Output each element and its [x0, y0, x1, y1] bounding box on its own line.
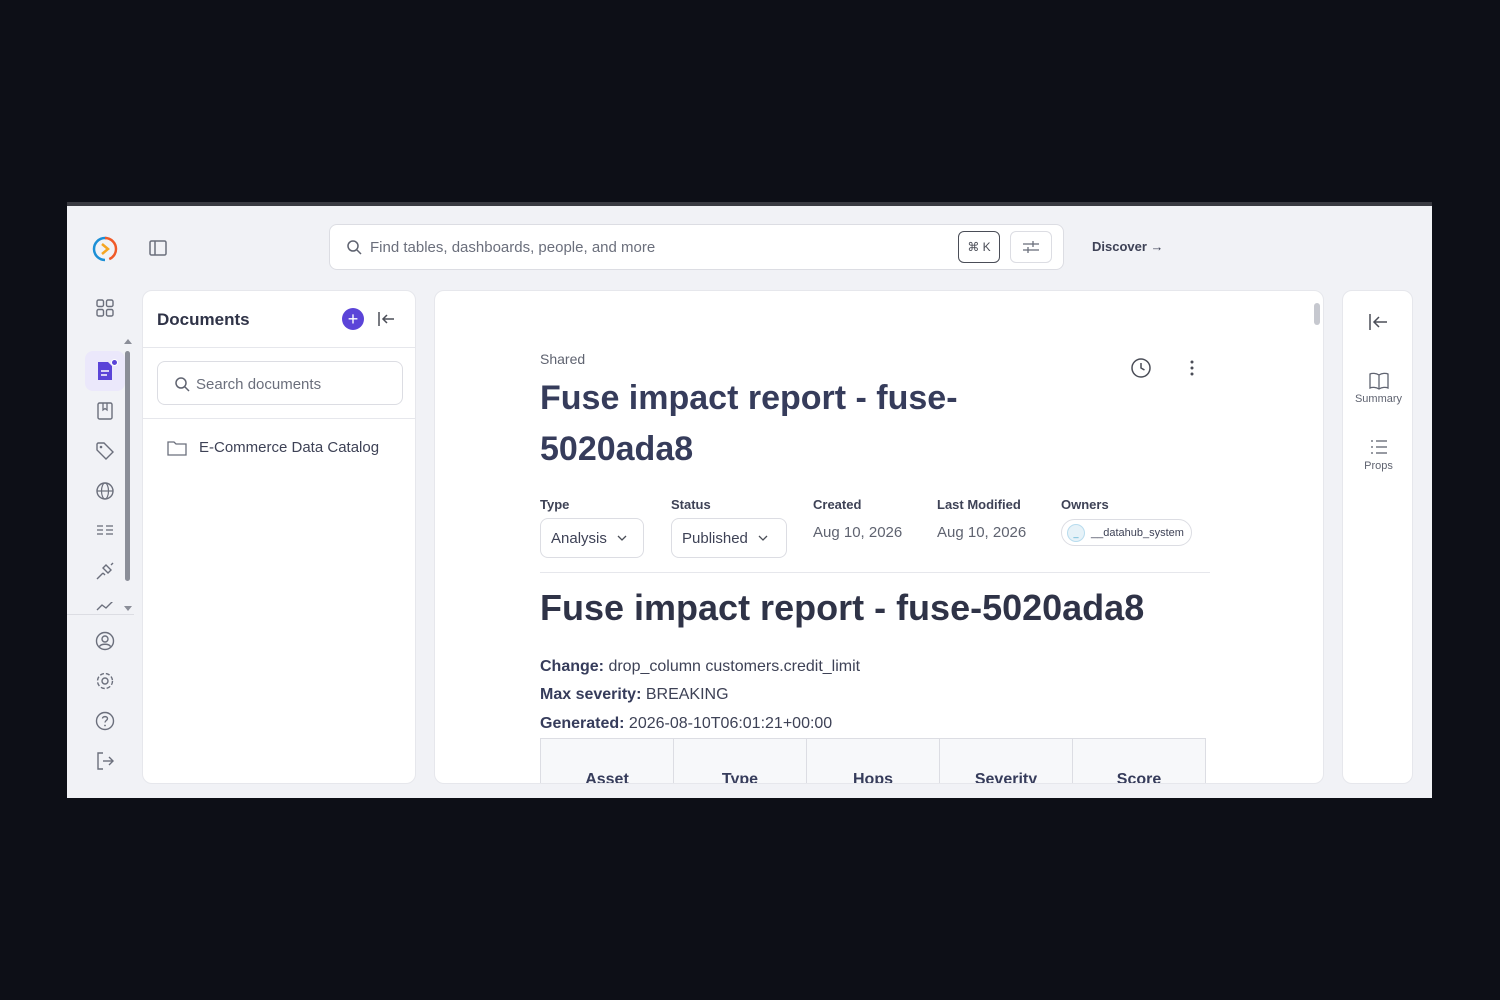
app-window: ⌘ K Discover →	[67, 202, 1432, 798]
avatar: _	[1067, 523, 1085, 542]
props-label: Props	[1364, 460, 1393, 472]
column-header-type[interactable]: Type	[673, 738, 807, 783]
props-tab[interactable]: Props	[1343, 438, 1414, 472]
created-field: Created Aug 10, 2026	[813, 497, 902, 541]
status-value: Published	[682, 529, 748, 547]
column-header-severity[interactable]: Severity	[939, 738, 1073, 783]
notification-dot	[111, 359, 118, 366]
table-header-row: Asset Type Hops Severity Score	[540, 738, 1206, 783]
sliders-icon	[1023, 241, 1039, 253]
right-sidebar: Summary Props	[1342, 290, 1413, 784]
divider	[143, 418, 415, 419]
owners-field: Owners _ __datahub_system	[1061, 497, 1192, 546]
help-icon[interactable]	[94, 710, 116, 732]
list-icon	[1370, 440, 1387, 454]
rail-scroll-up-icon[interactable]	[124, 339, 132, 344]
rail-scroll-down-icon[interactable]	[124, 606, 132, 611]
modified-label: Last Modified	[937, 497, 1021, 512]
type-select[interactable]: Analysis	[540, 518, 644, 558]
created-label: Created	[813, 497, 862, 512]
folder-item[interactable]: E-Commerce Data Catalog	[167, 439, 379, 456]
documents-panel-title: Documents	[157, 310, 250, 329]
summary-label: Summary	[1354, 393, 1403, 405]
impact-table: Asset Type Hops Severity Score	[540, 738, 1206, 783]
global-search-bar[interactable]: ⌘ K	[329, 224, 1064, 270]
book-open-icon	[1368, 372, 1389, 390]
divider	[143, 347, 415, 348]
sidebar-toggle-icon[interactable]	[149, 240, 167, 256]
globe-icon[interactable]	[94, 480, 116, 502]
page-title[interactable]: Fuse impact report - fuse-5020ada8	[540, 373, 1010, 475]
home-grid-icon[interactable]	[94, 297, 116, 319]
document-heading: Fuse impact report - fuse-5020ada8	[540, 587, 1145, 628]
modified-field: Last Modified Aug 10, 2026	[937, 497, 1026, 541]
column-header-asset[interactable]: Asset	[540, 738, 674, 783]
settings-gear-icon[interactable]	[94, 670, 116, 692]
tag-icon[interactable]	[94, 440, 116, 462]
history-clock-icon[interactable]	[1130, 357, 1152, 379]
divider	[540, 572, 1210, 573]
modified-value: Aug 10, 2026	[937, 524, 1027, 541]
search-icon	[174, 376, 190, 392]
folder-label: E-Commerce Data Catalog	[199, 439, 380, 456]
analytics-icon[interactable]	[94, 602, 116, 612]
chevron-down-icon	[758, 535, 768, 541]
owner-name: __datahub_system	[1091, 526, 1184, 539]
search-icon	[346, 239, 362, 255]
more-options-icon[interactable]	[1182, 357, 1202, 379]
discover-link[interactable]: Discover →	[1092, 239, 1164, 254]
user-profile-icon[interactable]	[94, 630, 116, 652]
documents-search[interactable]	[157, 361, 403, 405]
generated-value: 2026-08-10T06:01:21+00:00	[628, 715, 833, 732]
chevron-down-icon	[617, 535, 627, 541]
generated-line: Generated: 2026-08-10T06:01:21+00:00	[540, 715, 832, 733]
summary-tab[interactable]: Summary	[1343, 371, 1414, 405]
type-label: Type	[540, 497, 570, 512]
glossary-book-icon[interactable]	[94, 400, 116, 422]
document-scrollbar[interactable]	[1314, 303, 1320, 325]
severity-value: BREAKING	[645, 686, 729, 703]
status-label: Status	[671, 497, 711, 512]
ingestion-plug-icon[interactable]	[94, 560, 116, 582]
add-document-button[interactable]: +	[342, 308, 364, 330]
rail-divider	[67, 614, 134, 615]
collapse-left-icon[interactable]	[377, 311, 395, 327]
change-label: Change:	[540, 658, 604, 675]
status-select[interactable]: Published	[671, 518, 787, 558]
rail-scrollbar[interactable]	[125, 351, 130, 581]
global-search-input[interactable]	[370, 235, 930, 259]
search-filters-button[interactable]	[1010, 231, 1052, 263]
owners-label: Owners	[1061, 497, 1109, 512]
collapse-left-icon[interactable]	[1368, 313, 1388, 331]
breadcrumb[interactable]: Shared	[540, 351, 585, 367]
documents-panel: Documents + E-Commerce Data Catalog	[142, 290, 416, 784]
column-header-hops[interactable]: Hops	[806, 738, 940, 783]
list-columns-icon[interactable]	[94, 520, 116, 542]
severity-line: Max severity: BREAKING	[540, 686, 729, 704]
change-line: Change: drop_column customers.credit_lim…	[540, 658, 860, 676]
status-field: Status Published	[671, 497, 787, 558]
documents-search-input[interactable]	[196, 372, 391, 396]
logout-icon[interactable]	[94, 750, 116, 772]
type-field: Type Analysis	[540, 497, 644, 558]
document-view: Shared Fuse impact report - fuse-5020ada…	[434, 290, 1324, 784]
datahub-logo[interactable]	[91, 235, 119, 263]
folder-icon	[167, 440, 187, 456]
change-value: drop_column customers.credit_limit	[608, 658, 861, 675]
search-shortcut-badge: ⌘ K	[958, 231, 1000, 263]
created-value: Aug 10, 2026	[813, 524, 903, 541]
type-value: Analysis	[551, 529, 607, 547]
column-header-score[interactable]: Score	[1072, 738, 1206, 783]
generated-label: Generated:	[540, 715, 625, 732]
severity-label: Max severity:	[540, 686, 642, 703]
owner-chip[interactable]: _ __datahub_system	[1061, 519, 1192, 546]
